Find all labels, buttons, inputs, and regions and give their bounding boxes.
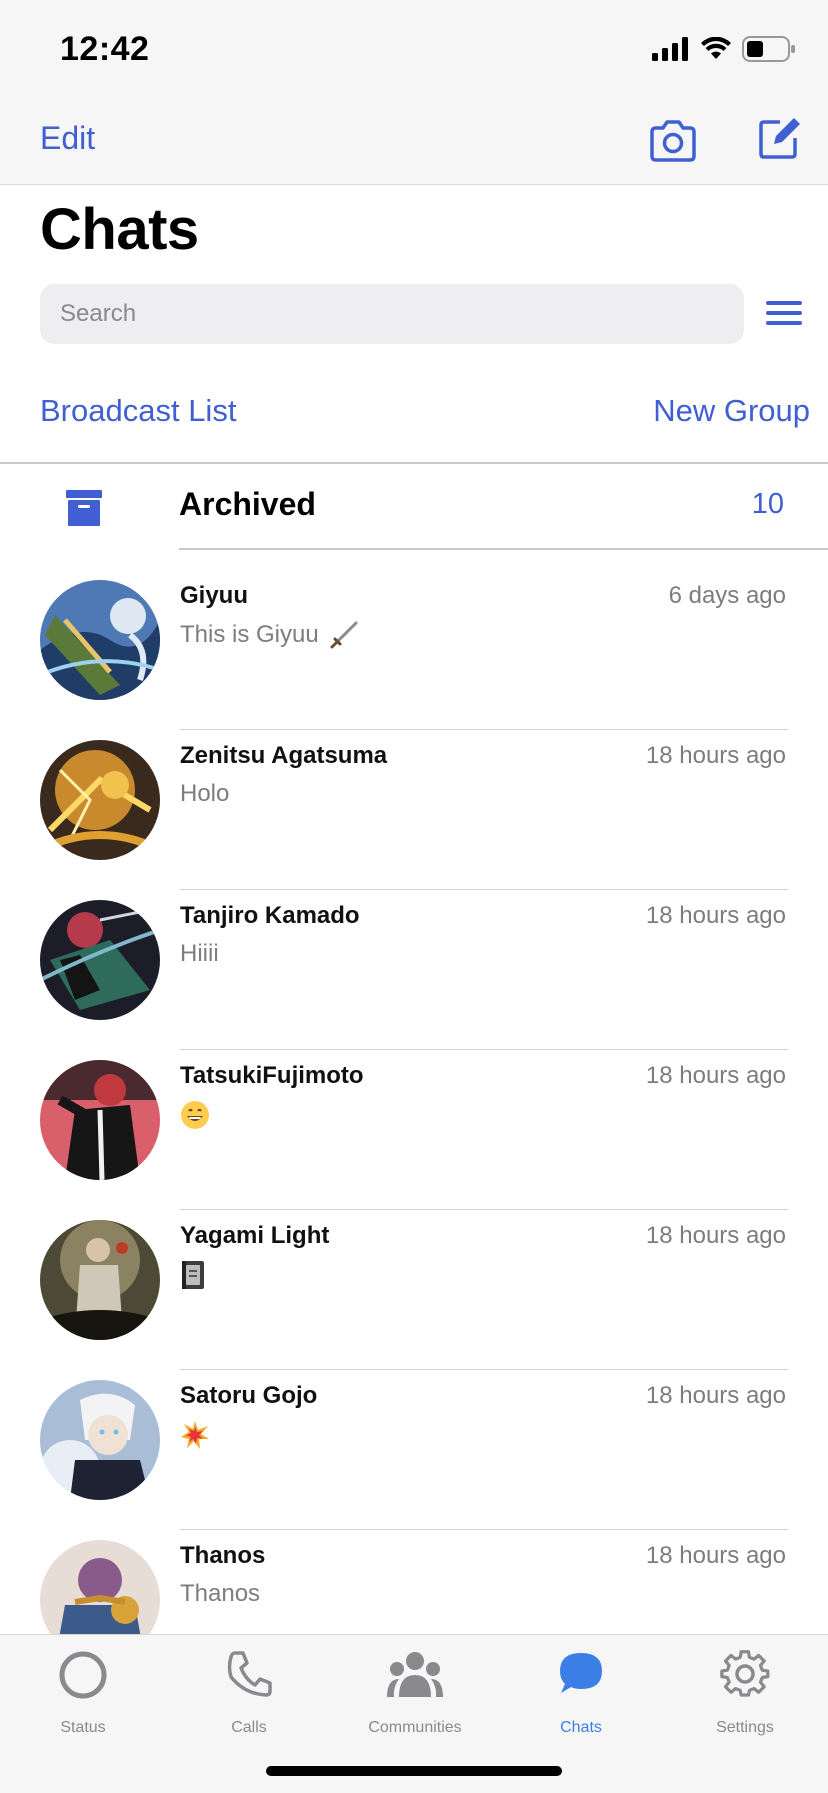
cellular-signal-icon (652, 37, 688, 61)
camera-icon[interactable] (648, 118, 698, 164)
chat-preview-text: Thanos (180, 1580, 261, 1607)
chat-item-satoru-gojo[interactable]: Satoru Gojo 18 hours ago (0, 1370, 828, 1530)
chat-time: 18 hours ago (645, 742, 786, 769)
archived-row[interactable]: Archived 10 (0, 464, 828, 548)
avatar (40, 900, 160, 1020)
chat-preview (180, 1420, 210, 1450)
home-indicator[interactable] (266, 1766, 562, 1776)
archived-label: Archived (179, 486, 316, 522)
dagger-icon (330, 621, 358, 649)
broadcast-list-link[interactable]: Broadcast List (40, 393, 236, 429)
archived-count: 10 (751, 488, 784, 520)
tab-status[interactable]: Status (0, 1635, 166, 1745)
avatar (40, 580, 160, 700)
tab-label: Chats (560, 1719, 602, 1736)
chat-name: Zenitsu Agatsuma (180, 742, 388, 769)
avatar (40, 740, 160, 860)
status-icons (652, 34, 796, 64)
status-time: 12:42 (60, 30, 150, 68)
tab-communities[interactable]: Communities (332, 1635, 498, 1745)
chat-name: Yagami Light (180, 1222, 330, 1249)
battery-icon (742, 36, 795, 62)
navigation-bar: Edit (0, 100, 828, 185)
wifi-icon (701, 37, 731, 59)
archive-box-icon (66, 490, 102, 526)
tab-label: Calls (231, 1719, 267, 1736)
chat-name: Thanos (180, 1542, 266, 1569)
chat-preview (180, 1100, 210, 1130)
chat-list: Giyuu 6 days ago This is Giyuu Zenitsu A… (0, 570, 828, 1690)
chat-time: 6 days ago (668, 582, 786, 609)
chat-item-yagami-light[interactable]: Yagami Light 18 hours ago (0, 1210, 828, 1370)
chat-time: 18 hours ago (645, 1062, 786, 1089)
chat-time: 18 hours ago (645, 1542, 786, 1569)
notebook-emoji (182, 1261, 204, 1289)
search-input[interactable]: Search (40, 284, 744, 344)
chat-preview-text: Hiiii (180, 940, 219, 967)
chat-preview: This is Giyuu (180, 620, 359, 650)
avatar (40, 1060, 160, 1180)
filter-menu-icon[interactable] (764, 298, 804, 328)
tab-label: Status (60, 1719, 106, 1736)
tab-settings[interactable]: Settings (662, 1635, 828, 1745)
avatar (40, 1220, 160, 1340)
tab-label: Communities (368, 1719, 462, 1736)
search-placeholder: Search (60, 300, 137, 327)
chat-name: TatsukiFujimoto (180, 1062, 364, 1089)
chat-preview (180, 1260, 206, 1290)
chat-item-zenitsu[interactable]: Zenitsu Agatsuma 18 hours ago Holo (0, 730, 828, 890)
chat-item-giyuu[interactable]: Giyuu 6 days ago This is Giyuu (0, 570, 828, 730)
chat-preview-text: This is Giyuu (180, 621, 319, 648)
gear-icon (720, 1650, 770, 1697)
tab-label: Settings (716, 1719, 774, 1736)
archived-divider (179, 548, 828, 550)
new-group-link[interactable]: New Group (653, 393, 810, 429)
edit-button[interactable]: Edit (40, 120, 95, 157)
chat-preview: Holo (180, 780, 229, 808)
page-title: Chats (40, 197, 199, 262)
avatar (40, 1380, 160, 1500)
status-icon (59, 1651, 107, 1699)
compose-icon[interactable] (758, 116, 800, 160)
chat-time: 18 hours ago (645, 1382, 786, 1409)
chat-item-tatsukifujimoto[interactable]: TatsukiFujimoto 18 hours ago (0, 1050, 828, 1210)
chat-time: 18 hours ago (645, 902, 786, 929)
chat-item-tanjiro[interactable]: Tanjiro Kamado 18 hours ago Hiiii (0, 890, 828, 1050)
chat-name: Satoru Gojo (180, 1382, 318, 1409)
chat-preview: Hiiii (180, 940, 219, 968)
chat-bubble-icon (560, 1653, 602, 1693)
tab-calls[interactable]: Calls (166, 1635, 332, 1745)
tab-chats[interactable]: Chats (498, 1635, 664, 1745)
chat-name: Giyuu (180, 582, 249, 609)
collision-emoji (181, 1421, 209, 1449)
grinning-face-emoji (181, 1101, 209, 1129)
chat-name: Tanjiro Kamado (180, 902, 360, 929)
chat-time: 18 hours ago (645, 1222, 786, 1249)
communities-icon (387, 1652, 443, 1697)
phone-icon (227, 1651, 272, 1697)
chat-preview: Thanos (180, 1580, 260, 1608)
status-bar: 12:42 (0, 0, 828, 100)
chat-preview-text: Holo (180, 780, 230, 807)
